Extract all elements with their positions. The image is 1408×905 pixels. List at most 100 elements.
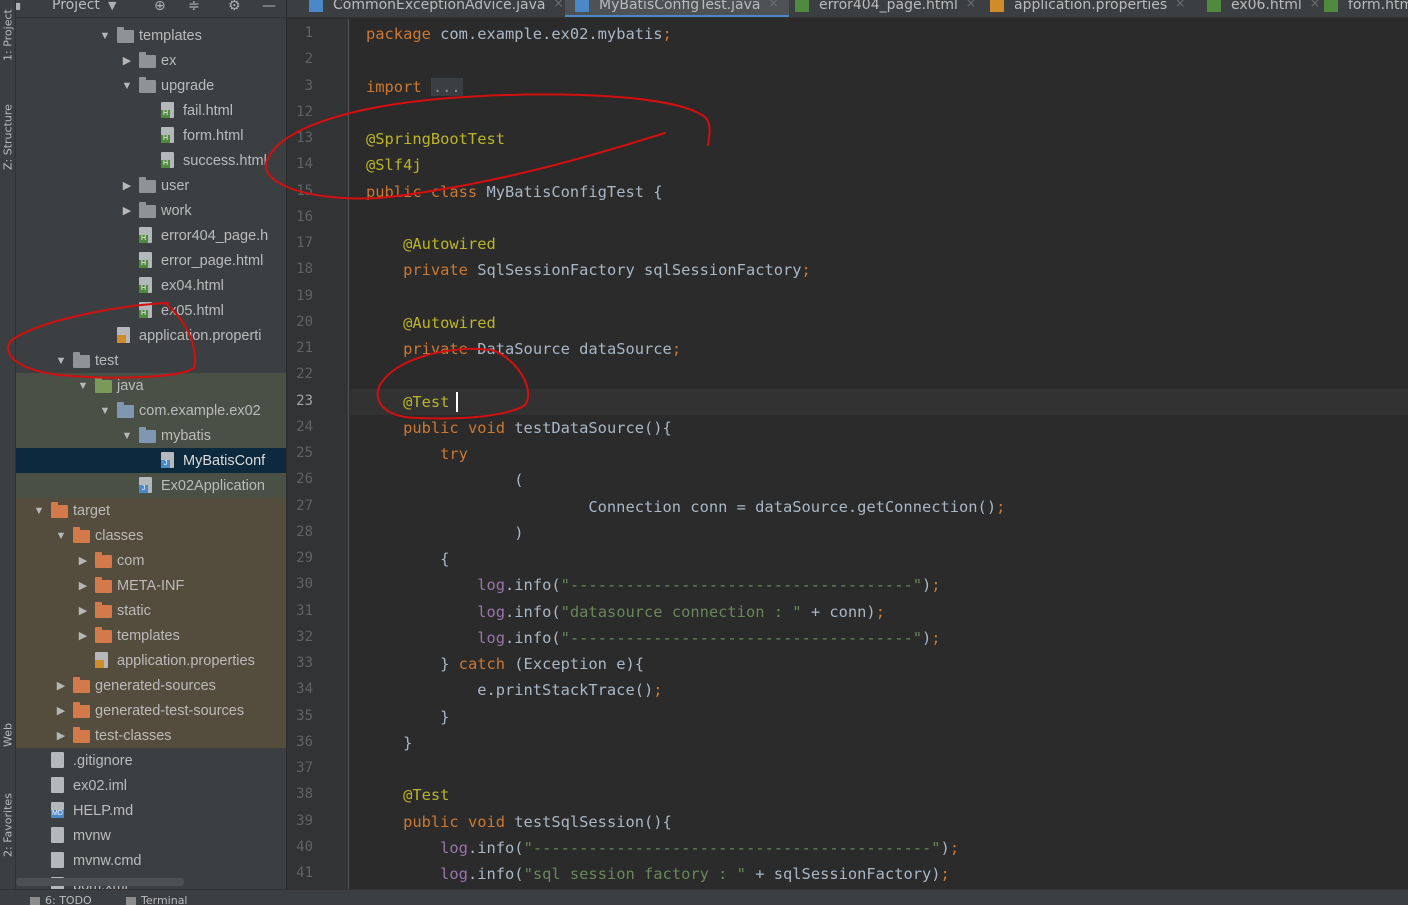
chevron-right-icon[interactable]: ▶ bbox=[55, 679, 67, 692]
folder-icon bbox=[95, 377, 112, 393]
line-number: 1 bbox=[304, 25, 313, 41]
project-tree-item[interactable]: ▼ test bbox=[16, 348, 286, 373]
project-tree-item[interactable]: application.properti bbox=[16, 323, 286, 348]
properties-file-icon bbox=[95, 652, 108, 668]
code-token: log bbox=[440, 865, 468, 883]
project-tree-item[interactable]: ▼ mybatis bbox=[16, 423, 286, 448]
code-line: Connection conn = dataSource.getConnecti… bbox=[366, 494, 1005, 520]
editor-tab[interactable]: application.properties × bbox=[990, 0, 1195, 17]
structure-tool-tab[interactable]: Z: Structure bbox=[0, 90, 16, 185]
project-tree-item-label: ex04.html bbox=[161, 277, 224, 294]
project-tree-item[interactable]: ▶ generated-sources bbox=[16, 673, 286, 698]
project-tree-item[interactable]: ▶ META-INF bbox=[16, 573, 286, 598]
terminal-tool-tab[interactable]: Terminal bbox=[126, 894, 188, 905]
project-tree-item[interactable]: ▶ templates bbox=[16, 623, 286, 648]
code-editor[interactable]: package com.example.ex02.mybatis; import … bbox=[350, 19, 1408, 889]
properties-file-icon bbox=[990, 0, 1004, 12]
project-tree-item[interactable]: ▶ ex bbox=[16, 48, 286, 73]
chevron-down-icon[interactable]: ▼ bbox=[77, 380, 89, 392]
project-tree-item[interactable]: ▶ test-classes bbox=[16, 723, 286, 748]
project-tree-item[interactable]: mvnw.cmd bbox=[16, 848, 286, 873]
todo-tool-tab[interactable]: 6: TODO bbox=[30, 894, 92, 905]
current-line-highlight bbox=[350, 388, 1408, 415]
chevron-down-icon[interactable]: ▼ bbox=[99, 30, 111, 42]
project-tree-item[interactable]: .gitignore bbox=[16, 748, 286, 773]
line-number: 19 bbox=[296, 287, 313, 304]
chevron-right-icon[interactable]: ▶ bbox=[55, 704, 67, 717]
project-tree-item[interactable]: ex02.iml bbox=[16, 773, 286, 798]
project-tree-item[interactable]: mvnw bbox=[16, 823, 286, 848]
project-tree-item-label: success.html bbox=[183, 152, 267, 169]
collapse-all-icon[interactable]: ≑ bbox=[188, 0, 200, 14]
chevron-down-icon[interactable]: ▼ bbox=[121, 430, 133, 442]
tree-horizontal-scrollbar[interactable] bbox=[16, 878, 184, 886]
chevron-right-icon[interactable]: ▶ bbox=[77, 604, 89, 617]
project-tree-item[interactable]: ▼ java bbox=[16, 373, 286, 398]
folded-imports[interactable]: ... bbox=[430, 77, 463, 96]
project-tree-item[interactable]: ▶ user bbox=[16, 173, 286, 198]
project-tree-item[interactable]: ▼ classes bbox=[16, 523, 286, 548]
chevron-right-icon[interactable]: ▶ bbox=[55, 729, 67, 742]
chevron-right-icon[interactable]: ▶ bbox=[77, 629, 89, 642]
project-tree-item[interactable]: Hex05.html bbox=[16, 298, 286, 323]
project-tree-item[interactable]: ▶ work bbox=[16, 198, 286, 223]
chevron-right-icon[interactable]: ▶ bbox=[121, 204, 133, 217]
project-tree-item[interactable]: J MyBatisConf bbox=[16, 448, 286, 473]
dropdown-arrow-icon[interactable]: ▼ bbox=[108, 0, 116, 12]
code-token: log bbox=[440, 838, 468, 857]
project-tree-item[interactable]: J Ex02Application bbox=[16, 473, 286, 498]
project-tree-item[interactable]: ▶ com bbox=[16, 548, 286, 573]
project-tree-item[interactable]: application.properties bbox=[16, 648, 286, 673]
project-tree-item[interactable]: ▼ target bbox=[16, 498, 286, 523]
chevron-down-icon[interactable]: ▼ bbox=[33, 505, 45, 517]
line-number: 32 bbox=[296, 628, 313, 645]
chevron-right-icon[interactable]: ▶ bbox=[77, 554, 89, 567]
settings-gear-icon[interactable]: ⚙ bbox=[228, 0, 241, 14]
project-tool-tab-label: 1: Project bbox=[1, 9, 15, 61]
code-token: testDataSource(){ bbox=[514, 418, 672, 437]
project-tree-item[interactable]: ▼ com.example.ex02 bbox=[16, 398, 286, 423]
chevron-right-icon[interactable]: ▶ bbox=[121, 179, 133, 192]
project-tree-item[interactable]: ▼ upgrade bbox=[16, 73, 286, 98]
project-tree-item[interactable]: MD HELP.md bbox=[16, 798, 286, 823]
chevron-right-icon[interactable]: ▶ bbox=[121, 54, 133, 67]
close-tab-icon[interactable]: × bbox=[1175, 0, 1185, 10]
project-tree-item[interactable]: Hsuccess.html bbox=[16, 148, 286, 173]
editor-tab[interactable]: MyBatisConfigTest.java × bbox=[565, 0, 789, 17]
code-line: @Autowired bbox=[366, 310, 496, 336]
project-tree-item[interactable]: Hfail.html bbox=[16, 98, 286, 123]
html-file-icon: H bbox=[161, 152, 174, 168]
code-token: "sql session factory : " bbox=[523, 865, 746, 883]
close-tab-icon[interactable]: × bbox=[769, 0, 779, 10]
project-tree-item[interactable]: Hex04.html bbox=[16, 273, 286, 298]
chevron-down-icon[interactable]: ▼ bbox=[121, 80, 133, 92]
line-number: 39 bbox=[296, 812, 313, 829]
close-tab-icon[interactable]: × bbox=[966, 0, 976, 10]
hide-panel-icon[interactable]: — bbox=[262, 0, 276, 14]
project-tree-item[interactable]: Herror_page.html bbox=[16, 248, 286, 273]
project-tree-item-label: templates bbox=[139, 27, 202, 44]
chevron-down-icon[interactable]: ▼ bbox=[55, 355, 67, 367]
project-tree-item[interactable]: ▶ static bbox=[16, 598, 286, 623]
locate-file-icon[interactable]: ⊕ bbox=[154, 0, 166, 14]
project-tree-item[interactable]: Hform.html bbox=[16, 123, 286, 148]
editor-tab[interactable]: ex06.html × bbox=[1207, 0, 1330, 17]
code-token: ; bbox=[671, 340, 682, 358]
editor-tab[interactable]: form.html× bbox=[1324, 0, 1408, 17]
project-panel-title[interactable]: Project bbox=[52, 0, 100, 13]
project-tree-item[interactable]: Herror404_page.h bbox=[16, 223, 286, 248]
project-tree-item[interactable]: ▶ generated-test-sources bbox=[16, 698, 286, 723]
favorites-tool-tab[interactable]: 2: Favorites bbox=[0, 775, 16, 875]
code-token: ) bbox=[922, 576, 932, 595]
chevron-right-icon[interactable]: ▶ bbox=[77, 579, 89, 592]
chevron-down-icon[interactable]: ▼ bbox=[99, 405, 111, 417]
folder-icon bbox=[139, 177, 156, 193]
project-tool-tab[interactable]: 1: Project bbox=[0, 0, 16, 70]
chevron-down-icon[interactable]: ▼ bbox=[55, 530, 67, 542]
editor-tab[interactable]: CommonExceptionAdvice.java × bbox=[309, 0, 574, 17]
editor-tab[interactable]: error404_page.html × bbox=[795, 0, 986, 17]
web-tool-tab[interactable]: Web bbox=[0, 705, 16, 765]
close-tab-icon[interactable]: × bbox=[553, 0, 563, 10]
project-tree-item[interactable]: ▼ templates bbox=[16, 23, 286, 48]
close-tab-icon[interactable]: × bbox=[1310, 0, 1320, 10]
